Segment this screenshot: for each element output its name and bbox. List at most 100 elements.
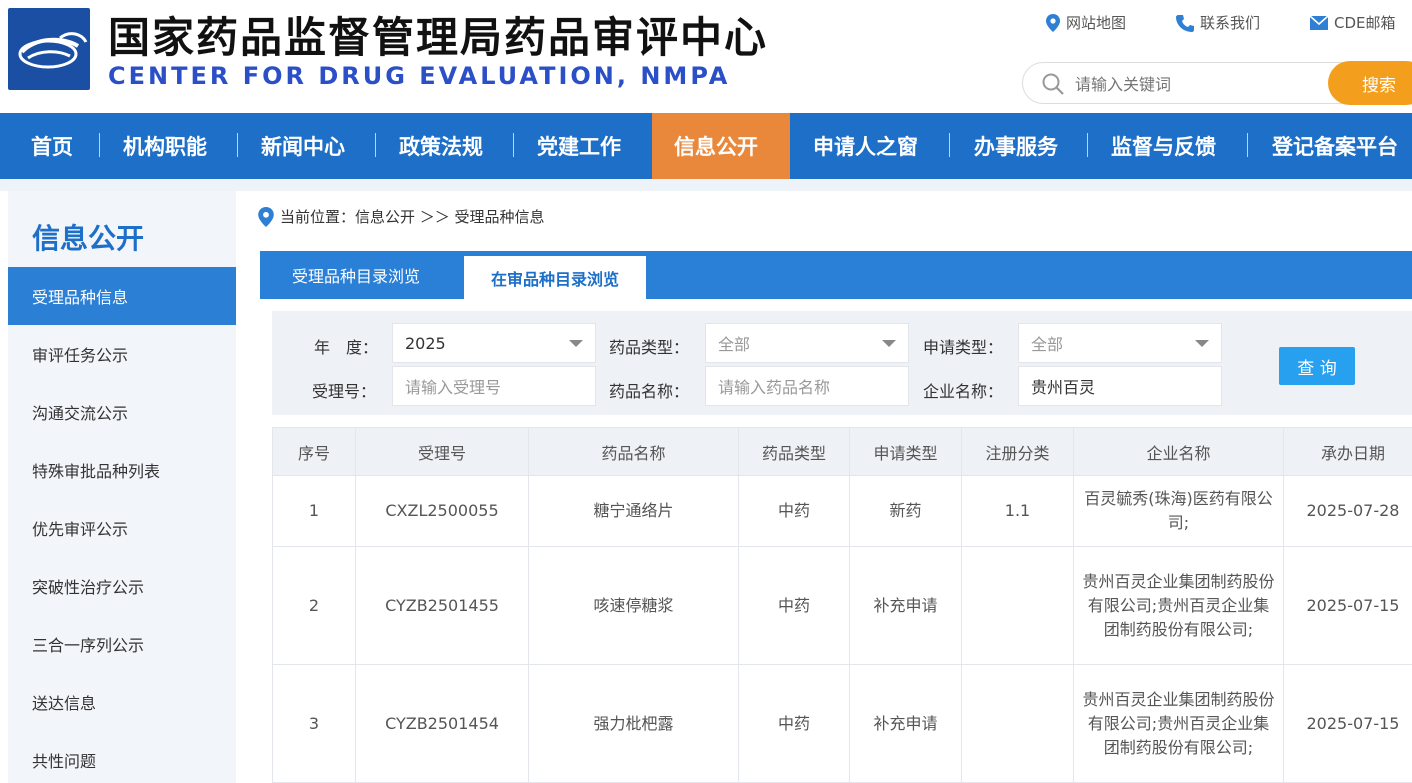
nav-label: 信息公开: [674, 135, 758, 159]
sidebar-title: 信息公开: [32, 222, 145, 255]
cell-accept-no[interactable]: CXZL2500055: [355, 475, 529, 547]
company-label: 企业名称：: [923, 382, 1004, 401]
tab-accepted-catalog[interactable]: 受理品种目录浏览: [292, 251, 420, 299]
sitemap-label: 网站地图: [1066, 14, 1127, 32]
accept-no-label: 受理号：: [312, 382, 377, 401]
col-header-drug-type: 药品类型: [738, 427, 850, 476]
nav-label: 办事服务: [974, 135, 1058, 159]
sidebar-item-priority-review[interactable]: 优先审评公示: [8, 499, 236, 557]
cell-no: 2: [272, 546, 356, 665]
mail-label: CDE邮箱: [1334, 14, 1396, 32]
top-links: 网站地图 联系我们 CDE邮箱: [1046, 12, 1412, 33]
table-row[interactable]: 1 CXZL2500055 糖宁通络片 中药 新药 1.1 百灵毓秀(珠海)医药…: [272, 475, 1412, 547]
breadcrumb: 当前位置：信息公开 ＞＞ 受理品种信息: [258, 206, 545, 227]
sidebar-item-delivery[interactable]: 送达信息: [8, 673, 236, 731]
nav-item-functions[interactable]: 机构职能: [100, 113, 238, 179]
apply-type-value: 全部: [1031, 335, 1064, 354]
nav-label: 申请人之窗: [813, 135, 918, 159]
nav-label: 首页: [31, 135, 73, 159]
sitemap-link[interactable]: 网站地图: [1046, 12, 1126, 33]
col-header-accept-no: 受理号: [355, 427, 529, 476]
col-header-drug-name: 药品名称: [528, 427, 739, 476]
cell-apply-type: 补充申请: [849, 546, 962, 665]
site-logo[interactable]: [8, 8, 90, 90]
cell-company: 百灵毓秀(珠海)医药有限公司;: [1073, 475, 1284, 547]
accept-no-field[interactable]: 请输入受理号: [392, 366, 596, 406]
nav-item-party[interactable]: 党建工作: [514, 113, 652, 179]
contact-link[interactable]: 联系我们: [1176, 12, 1260, 33]
location-pin-icon: [258, 206, 274, 227]
nav-label: 机构职能: [123, 135, 207, 159]
nav-item-services[interactable]: 办事服务: [950, 113, 1088, 179]
tab-bar: 受理品种目录浏览 在审品种目录浏览: [260, 251, 1412, 299]
table-row[interactable]: 3 CYZB2501454 强力枇杷露 中药 补充申请 贵州百灵企业集团制药股份…: [272, 664, 1412, 783]
sidebar-item-accepted-varieties[interactable]: 受理品种信息: [8, 267, 236, 325]
filter-panel: 年 度： 2025 药品类型： 全部 申请类型： 全部 受理号： 请输入受理号 …: [272, 311, 1412, 415]
company-field[interactable]: 贵州百灵: [1018, 366, 1222, 406]
query-button[interactable]: 查 询: [1279, 347, 1355, 385]
sidebar-item-special-approval[interactable]: 特殊审批品种列表: [8, 441, 236, 499]
cell-drug-type: 中药: [738, 475, 850, 547]
results-table: 序号 受理号 药品名称 药品类型 申请类型 注册分类 企业名称 承办日期 1 C…: [272, 427, 1412, 783]
col-header-company: 企业名称: [1073, 427, 1284, 476]
nav-item-home[interactable]: 首页: [0, 113, 100, 179]
cell-reg-class: [961, 546, 1074, 665]
table-row[interactable]: 2 CYZB2501455 咳速停糖浆 中药 补充申请 贵州百灵企业集团制药股份…: [272, 546, 1412, 665]
cell-accept-no[interactable]: CYZB2501455: [355, 546, 529, 665]
cell-accept-no[interactable]: CYZB2501454: [355, 664, 529, 783]
sidebar-item-common-issues[interactable]: 共性问题: [8, 731, 236, 783]
nav-label: 监督与反馈: [1111, 135, 1216, 159]
col-header-date: 承办日期: [1283, 427, 1412, 476]
cell-reg-class: [961, 664, 1074, 783]
cell-date: 2025-07-28: [1283, 475, 1412, 547]
chevron-down-icon: [882, 340, 896, 347]
drug-name-label: 药品名称：: [609, 382, 690, 401]
nav-item-policy[interactable]: 政策法规: [376, 113, 514, 179]
nav-item-registration[interactable]: 登记备案平台: [1248, 113, 1412, 179]
nav-item-info[interactable]: 信息公开: [652, 113, 790, 179]
table-header-row: 序号 受理号 药品名称 药品类型 申请类型 注册分类 企业名称 承办日期: [272, 427, 1412, 476]
drug-name-field[interactable]: 请输入药品名称: [705, 366, 909, 406]
cell-reg-class: 1.1: [961, 475, 1074, 547]
cell-drug-name: 糖宁通络片: [528, 475, 739, 547]
nav-item-news[interactable]: 新闻中心: [238, 113, 376, 179]
search-input[interactable]: [1075, 71, 1315, 97]
nav-item-applicant[interactable]: 申请人之窗: [790, 113, 950, 179]
cell-no: 3: [272, 664, 356, 783]
year-label: 年 度：: [314, 338, 379, 357]
year-select[interactable]: 2025: [392, 323, 596, 363]
sidebar-item-three-in-one[interactable]: 三合一序列公示: [8, 615, 236, 673]
tab-in-review-catalog[interactable]: 在审品种目录浏览: [464, 256, 646, 299]
site-subtitle: CENTER FOR DRUG EVALUATION, NMPA: [108, 62, 731, 90]
drug-type-select[interactable]: 全部: [705, 323, 909, 363]
mail-icon: [1310, 15, 1329, 30]
nav-item-feedback[interactable]: 监督与反馈: [1088, 113, 1248, 179]
cell-no: 1: [272, 475, 356, 547]
main-nav: 首页 机构职能 新闻中心 政策法规 党建工作 信息公开 申请人之窗 办事服务 监…: [0, 113, 1412, 179]
cell-drug-type: 中药: [738, 664, 850, 783]
mail-link[interactable]: CDE邮箱: [1310, 12, 1396, 33]
sidebar-list: 受理品种信息 审评任务公示 沟通交流公示 特殊审批品种列表 优先审评公示 突破性…: [8, 267, 236, 783]
sidebar-item-breakthrough[interactable]: 突破性治疗公示: [8, 557, 236, 615]
cell-date: 2025-07-15: [1283, 664, 1412, 783]
nav-label: 登记备案平台: [1272, 135, 1398, 159]
nav-label: 新闻中心: [261, 135, 345, 159]
location-pin-icon: [1046, 13, 1060, 32]
apply-type-select[interactable]: 全部: [1018, 323, 1222, 363]
cell-date: 2025-07-15: [1283, 546, 1412, 665]
sidebar-item-review-tasks[interactable]: 审评任务公示: [8, 325, 236, 383]
cell-drug-type: 中药: [738, 546, 850, 665]
cell-apply-type: 新药: [849, 475, 962, 547]
site-header: 国家药品监督管理局药品审评中心 CENTER FOR DRUG EVALUATI…: [0, 0, 1412, 113]
breadcrumb-text: 当前位置：信息公开 ＞＞ 受理品种信息: [280, 208, 545, 226]
nav-label: 政策法规: [399, 135, 483, 159]
search-button[interactable]: 搜索: [1328, 61, 1412, 105]
drug-type-value: 全部: [718, 335, 751, 354]
drug-type-label: 药品类型：: [609, 338, 690, 357]
col-header-reg-class: 注册分类: [961, 427, 1074, 476]
nav-shadow-band: [0, 179, 1412, 191]
cell-company: 贵州百灵企业集团制药股份有限公司;贵州百灵企业集团制药股份有限公司;: [1073, 546, 1284, 665]
sidebar-item-communication[interactable]: 沟通交流公示: [8, 383, 236, 441]
contact-label: 联系我们: [1200, 14, 1261, 32]
sidebar: 信息公开 受理品种信息 审评任务公示 沟通交流公示 特殊审批品种列表 优先审评公…: [8, 191, 236, 783]
